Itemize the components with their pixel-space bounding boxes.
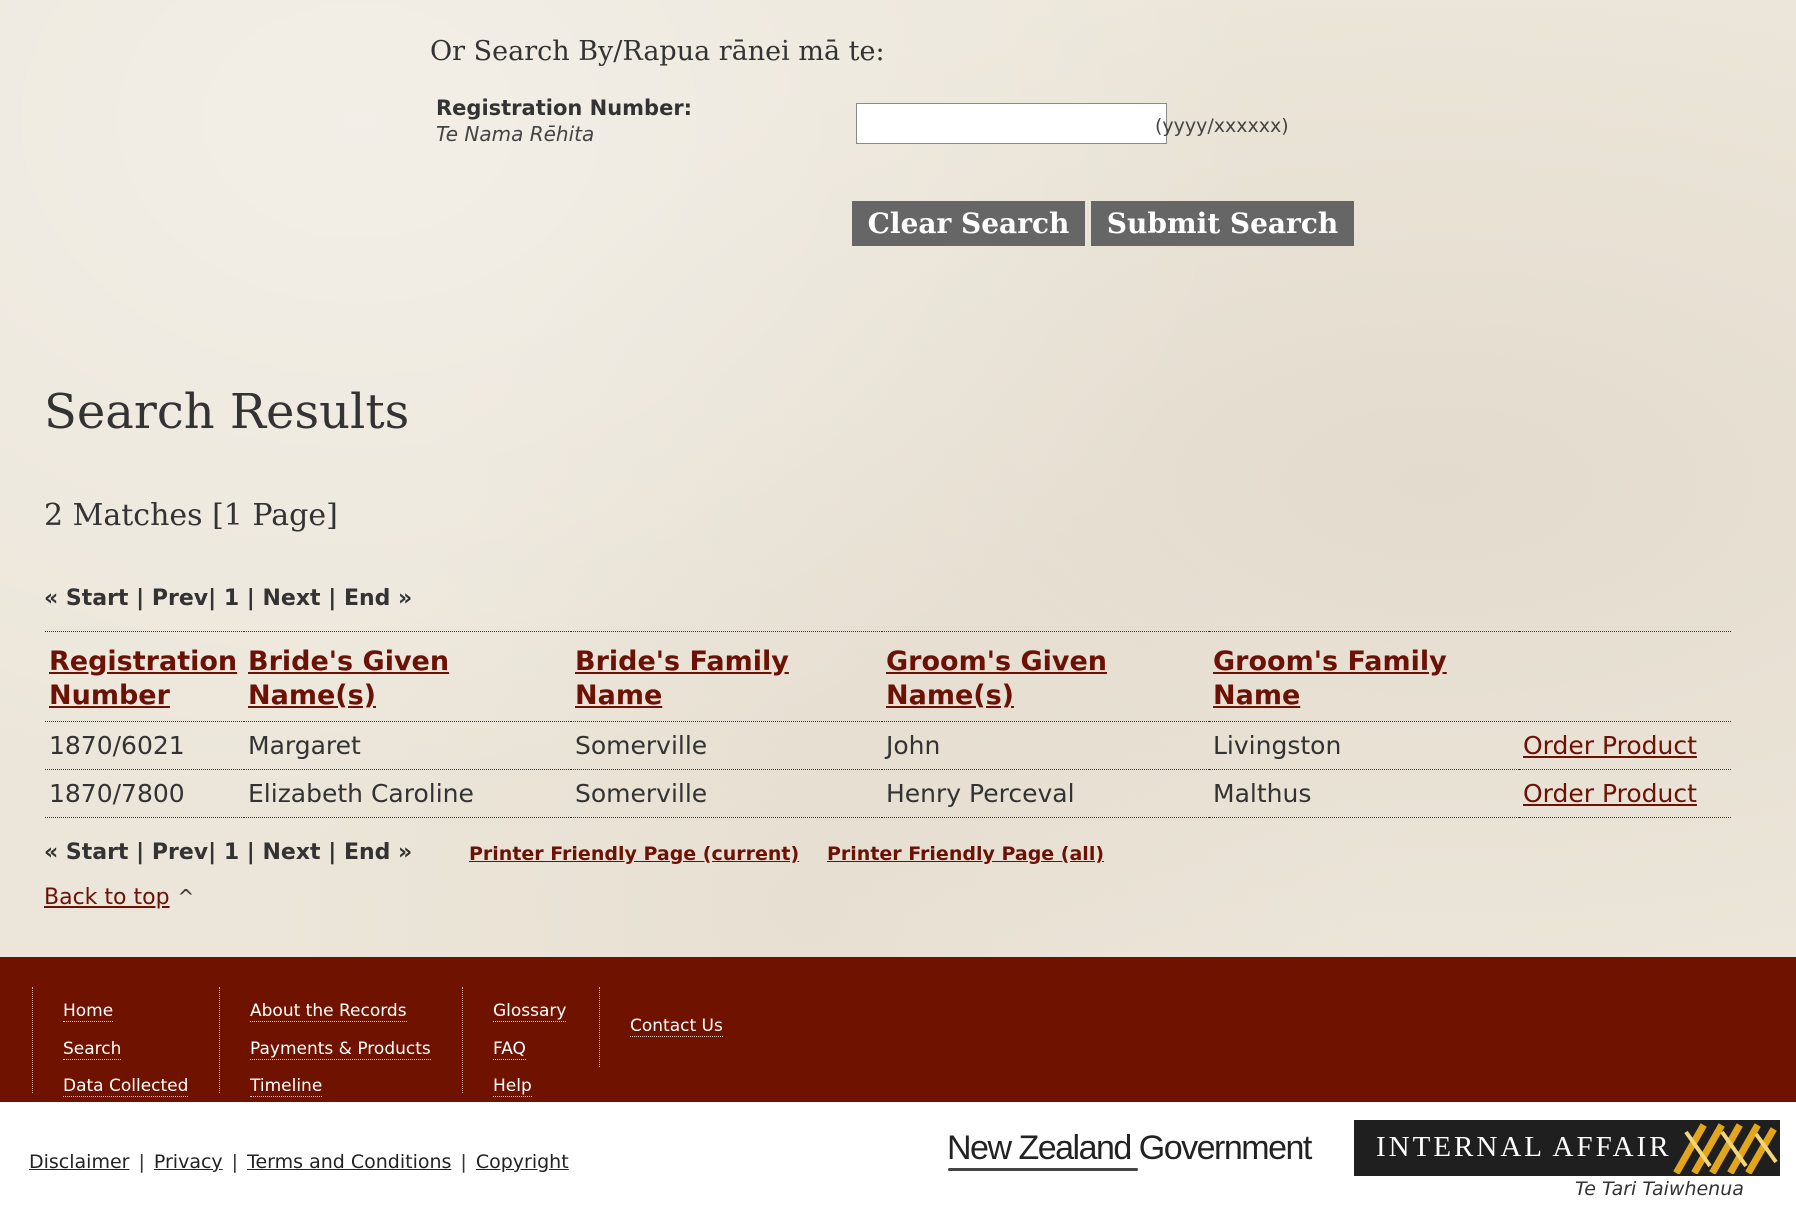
cell-bride-family-name: Somerville bbox=[575, 779, 708, 808]
registration-label-en: Registration Number: bbox=[436, 96, 693, 120]
or-search-heading: Or Search By/Rapua rānei mā te: bbox=[430, 36, 885, 67]
column-header-groom-given-names[interactable]: Groom's Given Name(s) bbox=[882, 632, 1209, 722]
pager-start[interactable]: « Start bbox=[44, 586, 128, 611]
footer-link-help[interactable]: Help bbox=[493, 1076, 532, 1097]
footer-column-3: Glossary FAQ Help bbox=[462, 987, 600, 1097]
table-row: 1870/6021 Margaret Somerville John Livin… bbox=[45, 722, 1731, 770]
nz-government-logo-swoosh bbox=[948, 1168, 1138, 1171]
cell-action: Order Product bbox=[1519, 722, 1731, 770]
footer-column-2: About the Records Payments & Products Ti… bbox=[219, 987, 463, 1097]
back-to-top: Back to top ^ bbox=[44, 885, 194, 910]
pagination-bottom: « Start | Prev| 1 | Next | End » bbox=[44, 840, 412, 865]
footer-link-faq[interactable]: FAQ bbox=[493, 1039, 526, 1060]
registration-number-input[interactable] bbox=[856, 103, 1167, 144]
printer-friendly-all-link[interactable]: Printer Friendly Page (all) bbox=[827, 843, 1104, 865]
internal-affairs-subtitle: Te Tari Taiwhenua bbox=[1575, 1178, 1744, 1200]
column-header-groom-family-name[interactable]: Groom's Family Name bbox=[1209, 632, 1519, 722]
bottom-bar: Disclaimer | Privacy | Terms and Conditions |… bbox=[0, 1102, 1796, 1207]
pager-next[interactable]: Next bbox=[263, 840, 321, 865]
pager-separator: | bbox=[246, 840, 255, 865]
matches-count: 2 Matches [1 Page] bbox=[44, 498, 338, 533]
clear-search-button[interactable]: Clear Search bbox=[852, 201, 1085, 246]
column-header-bride-family-name[interactable]: Bride's Family Name bbox=[571, 632, 882, 722]
page-title: Search Results bbox=[44, 384, 410, 440]
disclaimer-link[interactable]: Disclaimer bbox=[29, 1151, 129, 1173]
footer-link-payments-products[interactable]: Payments & Products bbox=[250, 1039, 431, 1060]
legal-links: Disclaimer | Privacy | Terms and Conditions |… bbox=[29, 1151, 569, 1173]
cell-bride-family-name: Somerville bbox=[575, 731, 708, 760]
legal-separator: | bbox=[460, 1151, 467, 1173]
table-row: 1870/7800 Elizabeth Caroline Somerville … bbox=[45, 770, 1731, 818]
printer-friendly-current-link[interactable]: Printer Friendly Page (current) bbox=[469, 843, 799, 865]
pager-separator: | bbox=[328, 840, 337, 865]
pager-prev[interactable]: Prev bbox=[152, 840, 208, 865]
registration-label-maori: Te Nama Rēhita bbox=[436, 122, 595, 146]
cell-groom-family-name: Malthus bbox=[1213, 779, 1312, 808]
weave-pattern-icon bbox=[1672, 1122, 1778, 1174]
pager-page-1[interactable]: 1 bbox=[224, 840, 239, 865]
registration-format-hint: (yyyy/xxxxxx) bbox=[1155, 115, 1289, 137]
internal-affairs-logo[interactable]: Internal Affairs bbox=[1354, 1120, 1780, 1176]
privacy-link[interactable]: Privacy bbox=[154, 1151, 223, 1173]
pager-separator: | bbox=[136, 840, 145, 865]
internal-affairs-logo-text: Internal Affairs bbox=[1376, 1131, 1691, 1163]
column-header-action bbox=[1519, 632, 1731, 722]
footer-link-glossary[interactable]: Glossary bbox=[493, 1001, 567, 1022]
pager-separator: | bbox=[208, 840, 217, 865]
order-product-link[interactable]: Order Product bbox=[1523, 779, 1697, 808]
footer-link-about-records[interactable]: About the Records bbox=[250, 1001, 407, 1022]
pager-separator: | bbox=[328, 586, 337, 611]
pager-end[interactable]: End » bbox=[344, 840, 412, 865]
column-header-bride-given-names[interactable]: Bride's Given Name(s) bbox=[244, 632, 571, 722]
footer-link-contact-us[interactable]: Contact Us bbox=[630, 1016, 723, 1037]
footer-column-1: Home Search Data Collected bbox=[32, 987, 219, 1097]
cell-groom-given-names: Henry Perceval bbox=[886, 779, 1075, 808]
column-header-registration-number[interactable]: Registration Number bbox=[45, 632, 244, 722]
registration-label: Registration Number: Te Nama Rēhita bbox=[436, 96, 692, 146]
terms-link[interactable]: Terms and Conditions bbox=[247, 1151, 451, 1173]
cell-groom-family-name: Livingston bbox=[1213, 731, 1342, 760]
cell-registration-number: 1870/6021 bbox=[49, 731, 185, 760]
pager-start[interactable]: « Start bbox=[44, 840, 128, 865]
legal-separator: | bbox=[138, 1151, 145, 1173]
site-footer: Home Search Data Collected About the Rec… bbox=[0, 957, 1796, 1102]
pagination-top: « Start | Prev| 1 | Next | End » bbox=[44, 586, 412, 611]
footer-link-home[interactable]: Home bbox=[63, 1001, 114, 1022]
pager-prev[interactable]: Prev bbox=[152, 586, 208, 611]
cell-bride-given-names: Margaret bbox=[248, 731, 361, 760]
submit-search-button[interactable]: Submit Search bbox=[1091, 201, 1354, 246]
footer-link-timeline[interactable]: Timeline bbox=[250, 1076, 323, 1097]
pager-separator: | bbox=[136, 586, 145, 611]
order-product-link[interactable]: Order Product bbox=[1523, 731, 1697, 760]
footer-column-4: Contact Us bbox=[599, 987, 723, 1067]
cell-groom-given-names: John bbox=[886, 731, 941, 760]
caret-up-icon: ^ bbox=[177, 885, 195, 909]
cell-registration-number: 1870/7800 bbox=[49, 779, 185, 808]
legal-separator: | bbox=[231, 1151, 239, 1173]
cell-action: Order Product bbox=[1519, 770, 1731, 818]
pager-next[interactable]: Next bbox=[263, 586, 321, 611]
pager-page-1[interactable]: 1 bbox=[224, 586, 239, 611]
footer-link-search[interactable]: Search bbox=[63, 1039, 122, 1060]
pager-end[interactable]: End » bbox=[344, 586, 412, 611]
footer-link-data-collected[interactable]: Data Collected bbox=[63, 1076, 189, 1097]
copyright-link[interactable]: Copyright bbox=[476, 1151, 569, 1173]
nz-government-logo[interactable]: New Zealand Government bbox=[947, 1129, 1312, 1168]
pager-separator: | bbox=[246, 586, 255, 611]
back-to-top-link[interactable]: Back to top bbox=[44, 885, 170, 910]
pager-separator: | bbox=[208, 586, 217, 611]
cell-bride-given-names: Elizabeth Caroline bbox=[248, 779, 474, 808]
results-table: Registration Number Bride's Given Name(s… bbox=[45, 631, 1731, 818]
table-header-row: Registration Number Bride's Given Name(s… bbox=[45, 631, 1731, 722]
